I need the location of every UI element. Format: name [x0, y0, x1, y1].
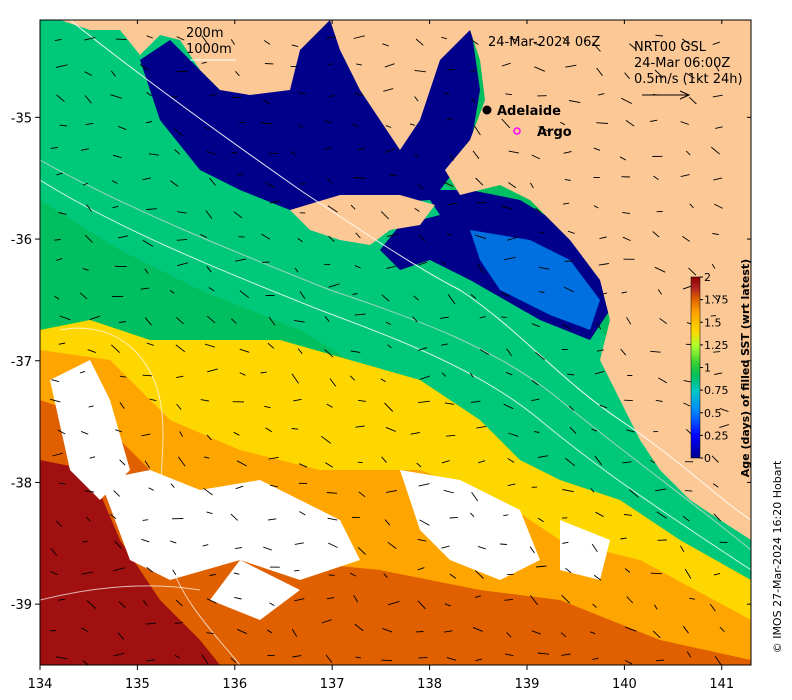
map-date-title: 24-Mar-2024 06Z [488, 35, 600, 50]
x-tick-label: 139 [515, 677, 540, 692]
current-vector [294, 569, 300, 572]
x-tick-label: 135 [125, 677, 150, 692]
map-plot-area [40, 20, 751, 665]
current-vector [115, 38, 127, 41]
current-vector [499, 543, 507, 545]
colorbar-tick-label: 1.75 [704, 294, 729, 307]
colorbar-tick-label: 1.5 [704, 316, 722, 329]
colorbar-tick-label: 1 [704, 362, 711, 375]
x-tick-label: 137 [320, 677, 345, 692]
current-source-line3: 0.5m/s (1kt 24h) [634, 72, 743, 87]
current-vector [685, 490, 693, 492]
current-source-line1: NRT00 GSL [634, 40, 707, 55]
sst-age-map: 134 135 136 137 138 139 140 141 -35 -36 -37 -38 -39… [11, 19, 784, 692]
colorbar-tick-label: 0.75 [704, 384, 729, 397]
y-tick-label: -39 [11, 598, 32, 613]
y-tick-label: -38 [11, 476, 32, 491]
colorbar-gradient [690, 276, 701, 459]
current-source-line2: 24-Mar 06:00Z [634, 56, 730, 71]
x-tick-label: 138 [417, 677, 442, 692]
current-vector [650, 572, 662, 575]
current-vector [449, 516, 458, 519]
colorbar-title: Age (days) of filled SST (wrt latest) [739, 259, 752, 477]
current-vector [262, 261, 270, 263]
y-tick-label: -35 [11, 111, 32, 126]
current-vector [327, 63, 333, 65]
colorbar-tick-label: 0 [704, 452, 711, 465]
colorbar-tick-label: 1.25 [704, 339, 729, 352]
current-vector [142, 374, 152, 377]
contour-legend-200m: 200m [186, 26, 223, 41]
current-vector [476, 201, 487, 204]
colorbar-tick-label: 0.25 [704, 429, 729, 442]
contour-legend-1000m: 1000m [186, 42, 232, 57]
adelaide-marker-icon [482, 105, 492, 115]
place-label-argo: Argo [537, 125, 572, 140]
x-tick-label: 134 [28, 677, 53, 692]
x-tick-label: 141 [709, 677, 734, 692]
colorbar-tick-label: 0.5 [704, 407, 722, 420]
y-tick-label: -37 [11, 355, 32, 370]
y-tick-label: -36 [11, 233, 32, 248]
current-vector [381, 659, 393, 662]
credit-text: © IMOS 27-Mar-2024 16:20 Hobart [771, 460, 784, 653]
colorbar-tick-label: 2 [704, 271, 711, 284]
x-tick-label: 140 [612, 677, 637, 692]
x-tick-label: 136 [222, 677, 247, 692]
current-vector [501, 316, 507, 318]
place-label-adelaide: Adelaide [497, 104, 561, 119]
